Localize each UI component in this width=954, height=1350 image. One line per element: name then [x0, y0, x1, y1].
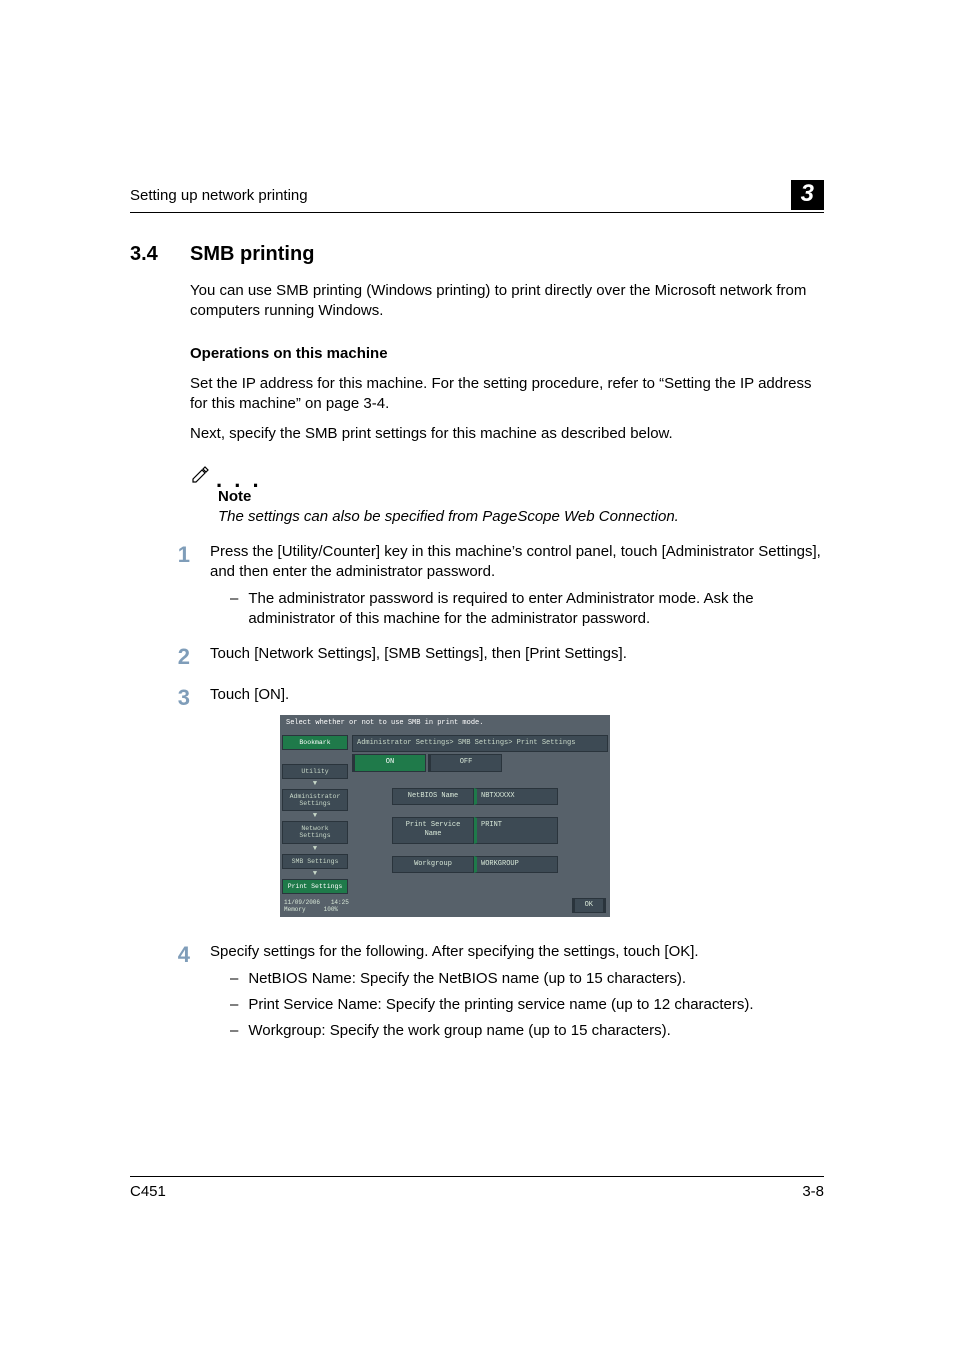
substep-text: Workgroup: Specify the work group name (…: [248, 1021, 670, 1041]
print-service-value[interactable]: PRINT: [474, 817, 558, 844]
section-title: SMB printing: [190, 243, 314, 266]
intro-paragraph: You can use SMB printing (Windows printi…: [190, 281, 824, 322]
workgroup-value[interactable]: WORKGROUP: [474, 856, 558, 873]
substep: – The administrator password is required…: [230, 589, 824, 630]
step-number: 2: [170, 644, 190, 670]
substep: –Workgroup: Specify the work group name …: [230, 1021, 824, 1041]
print-settings-button[interactable]: Print Settings: [282, 879, 348, 894]
step-text: Press the [Utility/Counter] key in this …: [210, 543, 821, 580]
smb-settings-button[interactable]: SMB Settings: [282, 854, 348, 869]
bookmark-button[interactable]: Bookmark: [282, 735, 348, 750]
substep: –Print Service Name: Specify the printin…: [230, 995, 824, 1015]
dash-icon: –: [230, 589, 238, 630]
page-footer: C451 3-8: [130, 1176, 824, 1200]
admin-settings-button[interactable]: Administrator Settings: [282, 789, 348, 811]
step-3: 3 Touch [ON]. Select whether or not to u…: [170, 685, 824, 927]
note-block: . . . Note The settings can also be spec…: [190, 465, 824, 528]
step-text: Touch [ON].: [210, 686, 289, 703]
down-arrow-icon: ▼: [282, 813, 348, 819]
pencil-icon: [190, 465, 210, 485]
netbios-value[interactable]: NBTXXXXX: [474, 788, 558, 805]
page-header: Setting up network printing 3: [130, 180, 824, 213]
paragraph-1: Set the IP address for this machine. For…: [190, 374, 824, 415]
down-arrow-icon: ▼: [282, 871, 348, 877]
substep-text: Print Service Name: Specify the printing…: [248, 995, 753, 1015]
netbios-label: NetBIOS Name: [392, 788, 474, 805]
network-settings-button[interactable]: Network Settings: [282, 821, 348, 843]
substep-text: NetBIOS Name: Specify the NetBIOS name (…: [248, 969, 686, 989]
substep: –NetBIOS Name: Specify the NetBIOS name …: [230, 969, 824, 989]
ok-button[interactable]: OK: [572, 898, 606, 913]
dash-icon: –: [230, 969, 238, 989]
off-toggle[interactable]: OFF: [428, 754, 502, 771]
step-1: 1 Press the [Utility/Counter] key in thi…: [170, 542, 824, 629]
utility-button[interactable]: Utility: [282, 764, 348, 779]
chapter-number: 3: [791, 180, 824, 210]
substep-text: The administrator password is required t…: [248, 589, 824, 630]
step-text: Specify settings for the following. Afte…: [210, 943, 699, 960]
on-toggle[interactable]: ON: [352, 754, 426, 771]
step-4: 4 Specify settings for the following. Af…: [170, 942, 824, 1041]
step-number: 1: [170, 542, 190, 629]
step-text: Touch [Network Settings], [SMB Settings]…: [210, 645, 627, 662]
down-arrow-icon: ▼: [282, 846, 348, 852]
note-label: Note: [218, 487, 824, 507]
note-dots: . . .: [216, 475, 262, 485]
manual-page: Setting up network printing 3 3.4 SMB pr…: [0, 0, 954, 1350]
status-bar: 11/09/2006 14:25 Memory 100%: [284, 900, 349, 913]
screen-nav-sidebar: Bookmark Utility ▼ Administrator Setting…: [280, 733, 350, 896]
note-text: The settings can also be specified from …: [218, 507, 824, 527]
dash-icon: –: [230, 1021, 238, 1041]
down-arrow-icon: ▼: [282, 781, 348, 787]
paragraph-2: Next, specify the SMB print settings for…: [190, 424, 824, 444]
step-number: 3: [170, 685, 190, 927]
status-mem-value: 100%: [324, 906, 338, 913]
footer-model: C451: [130, 1183, 166, 1200]
device-screenshot: Select whether or not to use SMB in prin…: [280, 715, 610, 917]
screen-instruction: Select whether or not to use SMB in prin…: [280, 715, 610, 732]
subheading: Operations on this machine: [190, 344, 824, 364]
body-content: You can use SMB printing (Windows printi…: [190, 281, 824, 527]
step-2: 2 Touch [Network Settings], [SMB Setting…: [170, 644, 824, 670]
section-number: 3.4: [130, 243, 170, 266]
footer-page: 3-8: [802, 1183, 824, 1200]
step-number: 4: [170, 942, 190, 1041]
section-heading: 3.4 SMB printing: [130, 243, 824, 266]
print-service-label: Print Service Name: [392, 817, 474, 844]
dash-icon: –: [230, 995, 238, 1015]
header-title: Setting up network printing: [130, 187, 308, 204]
breadcrumb-path: Administrator Settings> SMB Settings> Pr…: [352, 735, 608, 752]
status-mem-label: Memory: [284, 906, 306, 913]
workgroup-label: Workgroup: [392, 856, 474, 873]
